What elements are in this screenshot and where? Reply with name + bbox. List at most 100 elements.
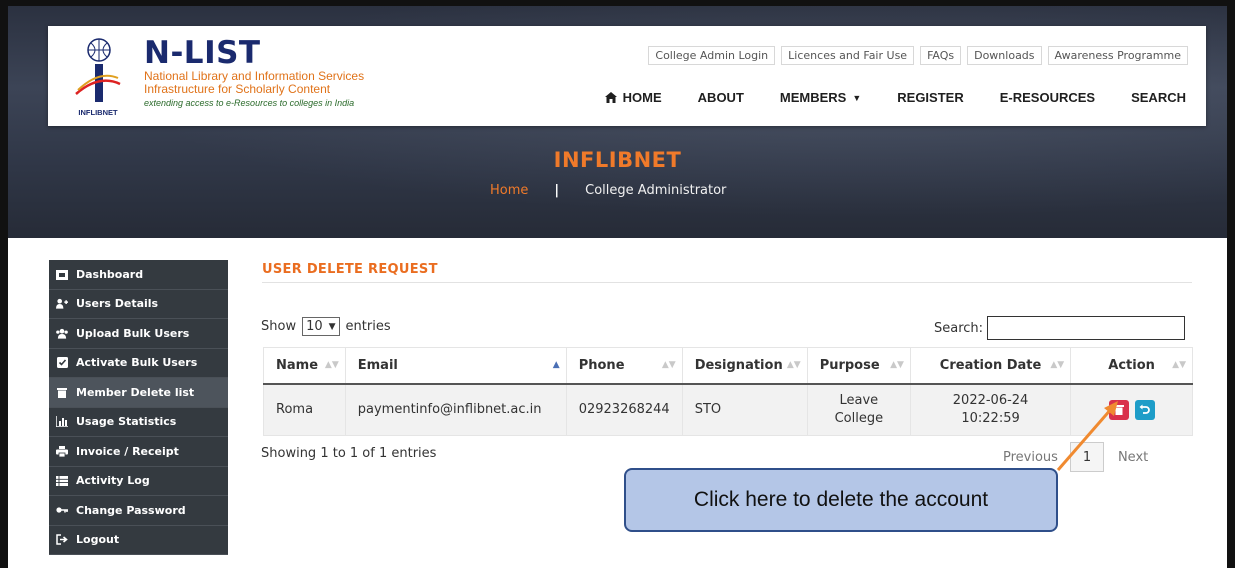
nav-e-resources[interactable]: E-RESOURCES [1000, 90, 1095, 105]
show-label: Show [261, 319, 297, 334]
sidebar-item-activate-bulk-users[interactable]: Activate Bulk Users [49, 349, 228, 378]
brand-block: N-LIST National Library and Information … [144, 36, 364, 110]
sort-icon: ▲▼ [890, 360, 904, 370]
breadcrumb-separator: | [554, 183, 560, 198]
instruction-callout: Click here to delete the account [624, 468, 1058, 532]
column-header-label: Email [357, 357, 398, 373]
sidebar: Dashboard Users Details Upload Bulk User… [49, 260, 228, 555]
sidebar-item-logout[interactable]: Logout [49, 526, 228, 555]
key-icon [56, 504, 68, 516]
column-header-label: Creation Date [939, 357, 1042, 373]
column-header-creation-date[interactable]: Creation Date ▲▼ [909, 347, 1072, 385]
users-group-icon [56, 327, 68, 339]
nav-about[interactable]: ABOUT [698, 90, 744, 105]
sidebar-item-label: Users Details [76, 297, 159, 311]
nav-search[interactable]: SEARCH [1131, 90, 1186, 105]
breadcrumb: Home | College Administrator [490, 183, 726, 198]
section-title: USER DELETE REQUEST [262, 262, 438, 277]
bar-chart-icon [56, 416, 68, 428]
sidebar-item-label: Activity Log [76, 474, 150, 488]
entries-select-value: 10 [306, 319, 323, 334]
sort-icon: ▲▼ [661, 360, 676, 370]
cell-name: Roma [263, 383, 346, 436]
sidebar-item-label: Upload Bulk Users [76, 326, 190, 340]
sort-icon: ▲▼ [1050, 360, 1065, 370]
check-square-icon [56, 357, 68, 369]
restore-button[interactable] [1134, 399, 1155, 420]
nav-members-label: MEMBERS [779, 90, 847, 105]
screen-frame-left [0, 0, 8, 568]
sort-ascending-icon: ▲ [552, 360, 560, 370]
top-links: College Admin Login Licences and Fair Us… [648, 46, 1188, 65]
cell-designation: STO [681, 383, 808, 436]
awareness-programme-link[interactable]: Awareness Programme [1047, 46, 1188, 65]
table-info: Showing 1 to 1 of 1 entries [261, 446, 437, 461]
sidebar-item-label: Invoice / Receipt [76, 444, 179, 458]
dashboard-icon [56, 268, 68, 280]
cell-purpose: Leave College [806, 383, 911, 436]
entries-select[interactable]: 10 ▼ [302, 317, 340, 336]
column-header-purpose[interactable]: Purpose ▲▼ [806, 347, 911, 385]
trash-icon [56, 386, 68, 398]
sidebar-item-change-password[interactable]: Change Password [49, 496, 228, 526]
chevron-down-icon: ▼ [328, 321, 336, 332]
sidebar-item-activity-log[interactable]: Activity Log [49, 467, 228, 496]
breadcrumb-current: College Administrator [585, 183, 727, 198]
inflibnet-logo: INFLIBNET [72, 38, 124, 118]
section-divider [262, 282, 1192, 283]
cell-email: paymentinfo@inflibnet.ac.in [344, 383, 567, 436]
sidebar-item-dashboard[interactable]: Dashboard [49, 260, 228, 290]
faqs-link[interactable]: FAQs [920, 46, 962, 65]
licences-link[interactable]: Licences and Fair Use [781, 46, 915, 65]
column-header-label: Phone [578, 357, 625, 373]
table-header-row: Name ▲▼ Email ▲ Phone ▲▼ Designation ▲▼ Purp… [263, 347, 1193, 385]
search-input[interactable] [987, 316, 1186, 340]
nav-register[interactable]: REGISTER [897, 90, 963, 105]
sidebar-item-invoice-receipt[interactable]: Invoice / Receipt [49, 437, 228, 467]
sidebar-item-label: Logout [76, 533, 120, 547]
page-title: INFLIBNET [553, 148, 682, 172]
site-header: INFLIBNET N-LIST National Library and In… [48, 26, 1206, 126]
sidebar-item-label: Activate Bulk Users [76, 356, 198, 370]
nav-home[interactable]: HOME [604, 90, 662, 105]
column-header-label: Name [276, 357, 319, 373]
column-header-phone[interactable]: Phone ▲▼ [565, 347, 683, 385]
column-header-name[interactable]: Name ▲▼ [263, 347, 346, 385]
brand-tagline: extending access to e-Resources to colle… [144, 98, 355, 108]
entries-label: entries [345, 319, 391, 334]
brand-name: N-LIST [144, 35, 261, 71]
home-icon [604, 92, 617, 103]
sidebar-item-label: Usage Statistics [76, 415, 177, 429]
sidebar-item-upload-bulk-users[interactable]: Upload Bulk Users [49, 319, 228, 349]
users-icon [56, 298, 68, 310]
cell-creation-date-text: 2022-06-24 10:22:59 [952, 392, 1029, 426]
sidebar-item-users-details[interactable]: Users Details [49, 290, 228, 319]
table-search: Search: [934, 316, 1186, 340]
column-header-action[interactable]: Action ▲▼ [1070, 347, 1193, 385]
list-icon [56, 475, 68, 487]
sort-icon: ▲▼ [324, 360, 339, 370]
sidebar-item-label: Dashboard [76, 267, 144, 281]
downloads-link[interactable]: Downloads [967, 46, 1042, 65]
sidebar-item-member-delete-list[interactable]: Member Delete list [49, 378, 228, 408]
print-icon [56, 445, 68, 457]
brand-line-2: Infrastructure for Scholarly Content [144, 82, 331, 96]
breadcrumb-home[interactable]: Home [490, 183, 528, 198]
nav-members[interactable]: MEMBERS ▼ [780, 90, 861, 105]
undo-icon [1139, 404, 1150, 415]
college-admin-login-link[interactable]: College Admin Login [648, 46, 776, 65]
column-header-designation[interactable]: Designation ▲▼ [681, 347, 808, 385]
nav-home-label: HOME [622, 90, 662, 105]
sidebar-item-usage-statistics[interactable]: Usage Statistics [49, 408, 228, 437]
sidebar-item-label: Member Delete list [76, 385, 195, 399]
main-nav: HOME ABOUT MEMBERS ▼ REGISTER E-RESOURCE… [604, 90, 1186, 105]
callout-arrow [1056, 401, 1118, 471]
sidebar-item-label: Change Password [76, 503, 186, 517]
screen-frame-right [1227, 0, 1235, 568]
column-header-email[interactable]: Email ▲ [344, 347, 567, 385]
column-header-label: Purpose [819, 357, 880, 373]
cell-phone: 02923268244 [565, 383, 683, 436]
cell-purpose-text: Leave College [834, 392, 884, 426]
logo-text: INFLIBNET [78, 108, 118, 117]
sign-out-icon [56, 534, 68, 546]
